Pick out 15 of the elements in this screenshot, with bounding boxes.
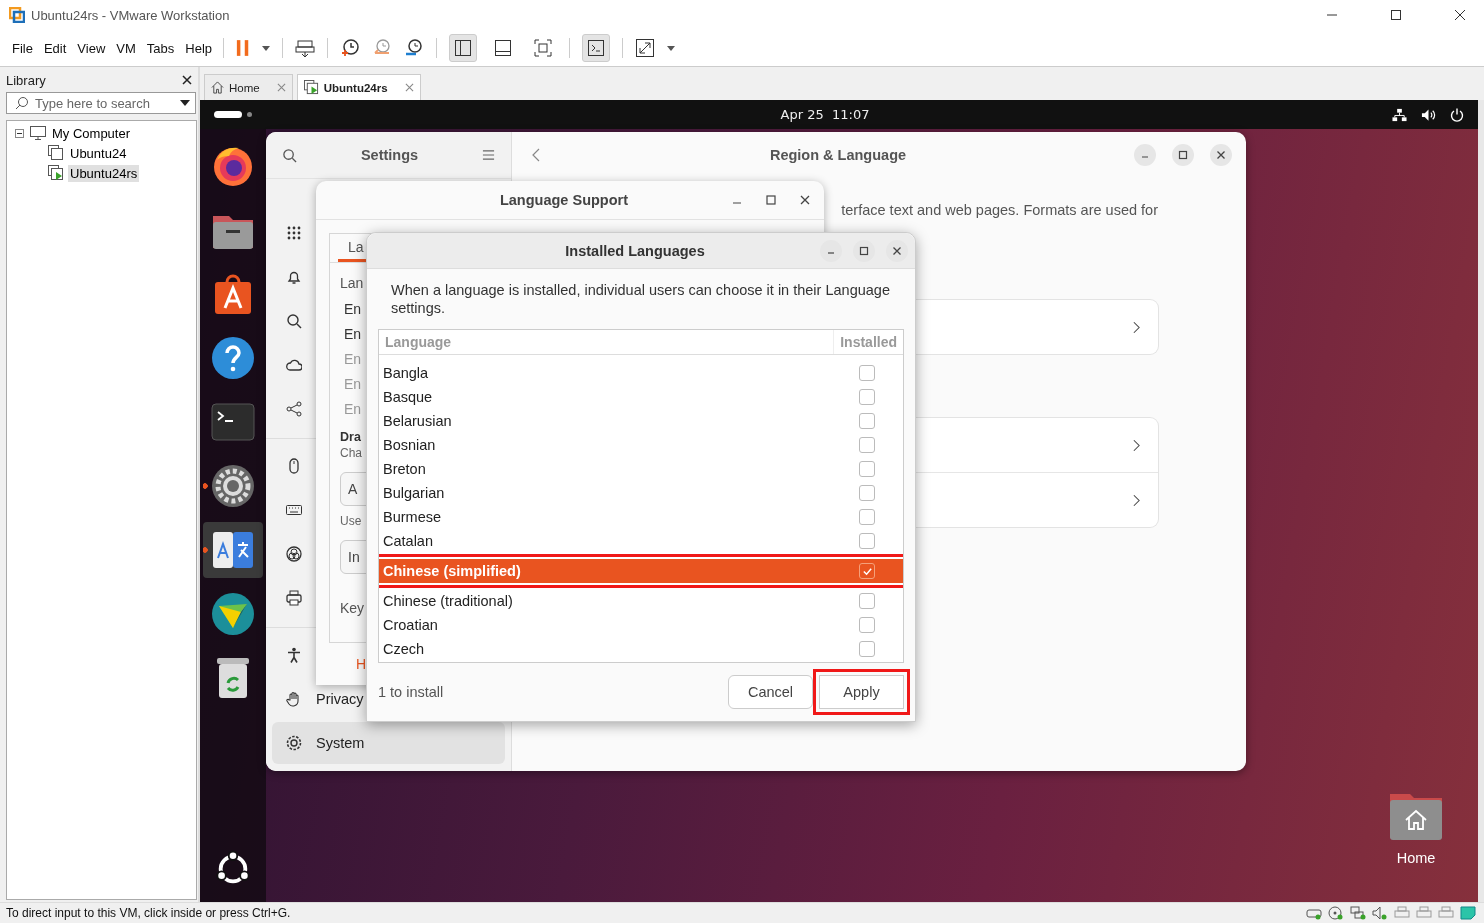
status-text: To direct input to this VM, click inside or press Ctrl+G. — [6, 906, 291, 920]
section-label: Key — [340, 600, 365, 616]
description-text: terface text and web pages. Formats are used for — [840, 202, 1158, 218]
section-label: Lan — [340, 275, 364, 291]
hint-text: Cha — [340, 446, 362, 460]
sidebar-title: Settings — [359, 147, 420, 163]
window-title: Language Support — [498, 192, 630, 208]
status-text: 1 to install — [378, 684, 445, 700]
library-title: Library — [6, 72, 46, 88]
description-text: When a language is installed, individual users can choose it in their Language settings. — [391, 281, 891, 317]
dialog-title: Installed Languages — [564, 242, 706, 259]
hint-text: Use — [340, 514, 362, 528]
window-title: Ubuntu24rs - VMware Workstation — [31, 7, 230, 23]
section-label: Dra — [340, 430, 361, 444]
panel-title: Region & Language — [768, 147, 908, 163]
